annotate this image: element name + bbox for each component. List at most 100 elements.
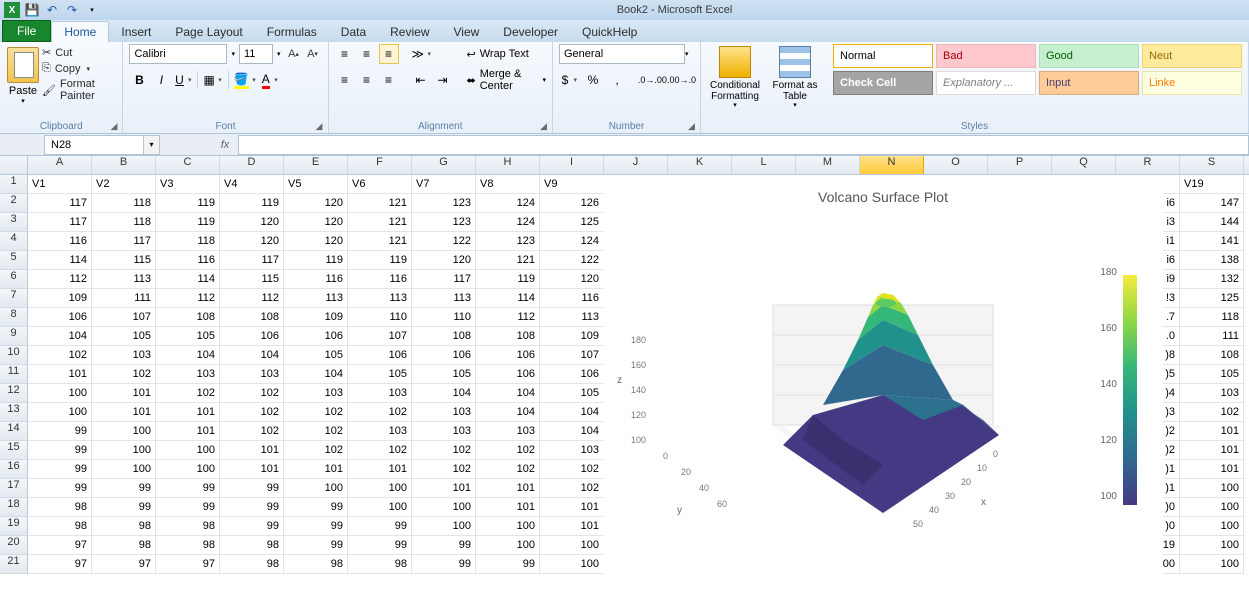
cell[interactable]: 103 [412,403,476,422]
cell[interactable]: 100 [412,498,476,517]
cell[interactable]: 98 [92,536,156,555]
cell[interactable]: 115 [92,251,156,270]
cell[interactable]: 98 [220,555,284,574]
cell[interactable]: 104 [476,403,540,422]
cell[interactable]: 104 [540,403,604,422]
cell[interactable]: 99 [476,555,540,574]
row-header[interactable]: 16 [0,460,28,479]
cell[interactable]: 106 [348,346,412,365]
cell[interactable]: 103 [348,422,412,441]
embedded-chart[interactable]: Volcano Surface Plot 180 160 140 120 100… [603,175,1163,575]
column-header[interactable]: H [476,156,540,174]
cell[interactable]: V4 [220,175,284,194]
cell[interactable]: V19 [1180,175,1244,194]
cell[interactable]: 102 [476,441,540,460]
cell[interactable]: 98 [348,555,412,574]
increase-decimal-button[interactable]: .0→.00 [640,70,665,90]
cell[interactable]: 103 [156,365,220,384]
column-header[interactable]: A [28,156,92,174]
cell[interactable]: 97 [28,536,92,555]
font-color-button[interactable]: A [260,70,280,90]
save-icon[interactable]: 💾 [24,2,40,18]
cell[interactable]: 112 [28,270,92,289]
cell[interactable]: 106 [412,346,476,365]
cell[interactable]: 106 [284,327,348,346]
cell[interactable]: 99 [28,460,92,479]
cell[interactable]: 102 [476,460,540,479]
style-linked[interactable]: Linke [1142,71,1242,95]
number-dialog-launcher[interactable]: ◢ [688,121,698,131]
column-header[interactable]: R [1116,156,1180,174]
cell[interactable]: 104 [156,346,220,365]
fx-icon[interactable]: fx [212,139,238,151]
cell[interactable]: 122 [540,251,604,270]
cell[interactable]: 144 [1180,213,1244,232]
cell[interactable]: 105 [412,365,476,384]
cell[interactable]: 101 [1180,460,1244,479]
tab-data[interactable]: Data [329,22,378,42]
cell[interactable]: 101 [284,460,348,479]
column-header[interactable]: I [540,156,604,174]
cell[interactable]: 108 [412,327,476,346]
column-header[interactable]: Q [1052,156,1116,174]
cell[interactable]: 116 [28,232,92,251]
cell[interactable]: 102 [412,441,476,460]
cell[interactable]: 99 [28,479,92,498]
row-header[interactable]: 12 [0,384,28,403]
row-header[interactable]: 1 [0,175,28,194]
cell[interactable]: 100 [28,384,92,403]
alignment-dialog-launcher[interactable]: ◢ [540,121,550,131]
style-normal[interactable]: Normal [833,44,933,68]
cell[interactable]: 101 [92,384,156,403]
cell[interactable]: 101 [476,498,540,517]
cell[interactable]: 104 [28,327,92,346]
bold-button[interactable]: B [129,70,149,90]
cell[interactable]: 132 [1180,270,1244,289]
column-header[interactable]: S [1180,156,1244,174]
cell[interactable]: 100 [348,498,412,517]
cell[interactable]: 100 [92,460,156,479]
style-explan[interactable]: Explanatory ... [936,71,1036,95]
cell[interactable]: 98 [220,536,284,555]
column-header[interactable]: N [860,156,924,174]
cell[interactable]: 99 [284,517,348,536]
fill-color-button[interactable]: 🪣 [233,70,258,90]
cell[interactable]: 113 [284,289,348,308]
cell[interactable]: 114 [476,289,540,308]
tab-page-layout[interactable]: Page Layout [163,22,254,42]
cell[interactable]: 121 [348,194,412,213]
cell[interactable]: 100 [156,441,220,460]
cell[interactable]: 102 [284,403,348,422]
worksheet-grid[interactable]: ABCDEFGHIJKLMNOPQRS 1V1V2V3V4V5V6V7V8V9\… [0,156,1249,606]
cell[interactable]: 100 [476,536,540,555]
cell[interactable]: 115 [220,270,284,289]
decrease-decimal-button[interactable]: .00→.0 [669,70,694,90]
accounting-format-button[interactable]: $ [559,70,579,90]
cell[interactable]: 106 [476,346,540,365]
cell[interactable]: 99 [348,536,412,555]
cell[interactable]: 124 [540,232,604,251]
cell[interactable]: 105 [1180,365,1244,384]
row-header[interactable]: 18 [0,498,28,517]
cell[interactable]: 111 [1180,327,1244,346]
cell[interactable]: 101 [220,460,284,479]
column-header[interactable]: C [156,156,220,174]
column-header[interactable]: J [604,156,668,174]
row-header[interactable]: 2 [0,194,28,213]
tab-home[interactable]: Home [51,21,109,42]
cell[interactable]: 121 [476,251,540,270]
cell[interactable]: 99 [92,498,156,517]
cell[interactable]: 99 [156,498,220,517]
row-header[interactable]: 11 [0,365,28,384]
cell[interactable]: 114 [156,270,220,289]
row-header[interactable]: 9 [0,327,28,346]
cell[interactable]: 101 [540,517,604,536]
tab-formulas[interactable]: Formulas [255,22,329,42]
cell[interactable]: 119 [156,194,220,213]
cell[interactable]: 99 [28,422,92,441]
cell[interactable]: 124 [476,194,540,213]
cell[interactable]: 120 [412,251,476,270]
cell[interactable]: 102 [540,479,604,498]
tab-review[interactable]: Review [378,22,441,42]
cell[interactable]: 98 [28,498,92,517]
